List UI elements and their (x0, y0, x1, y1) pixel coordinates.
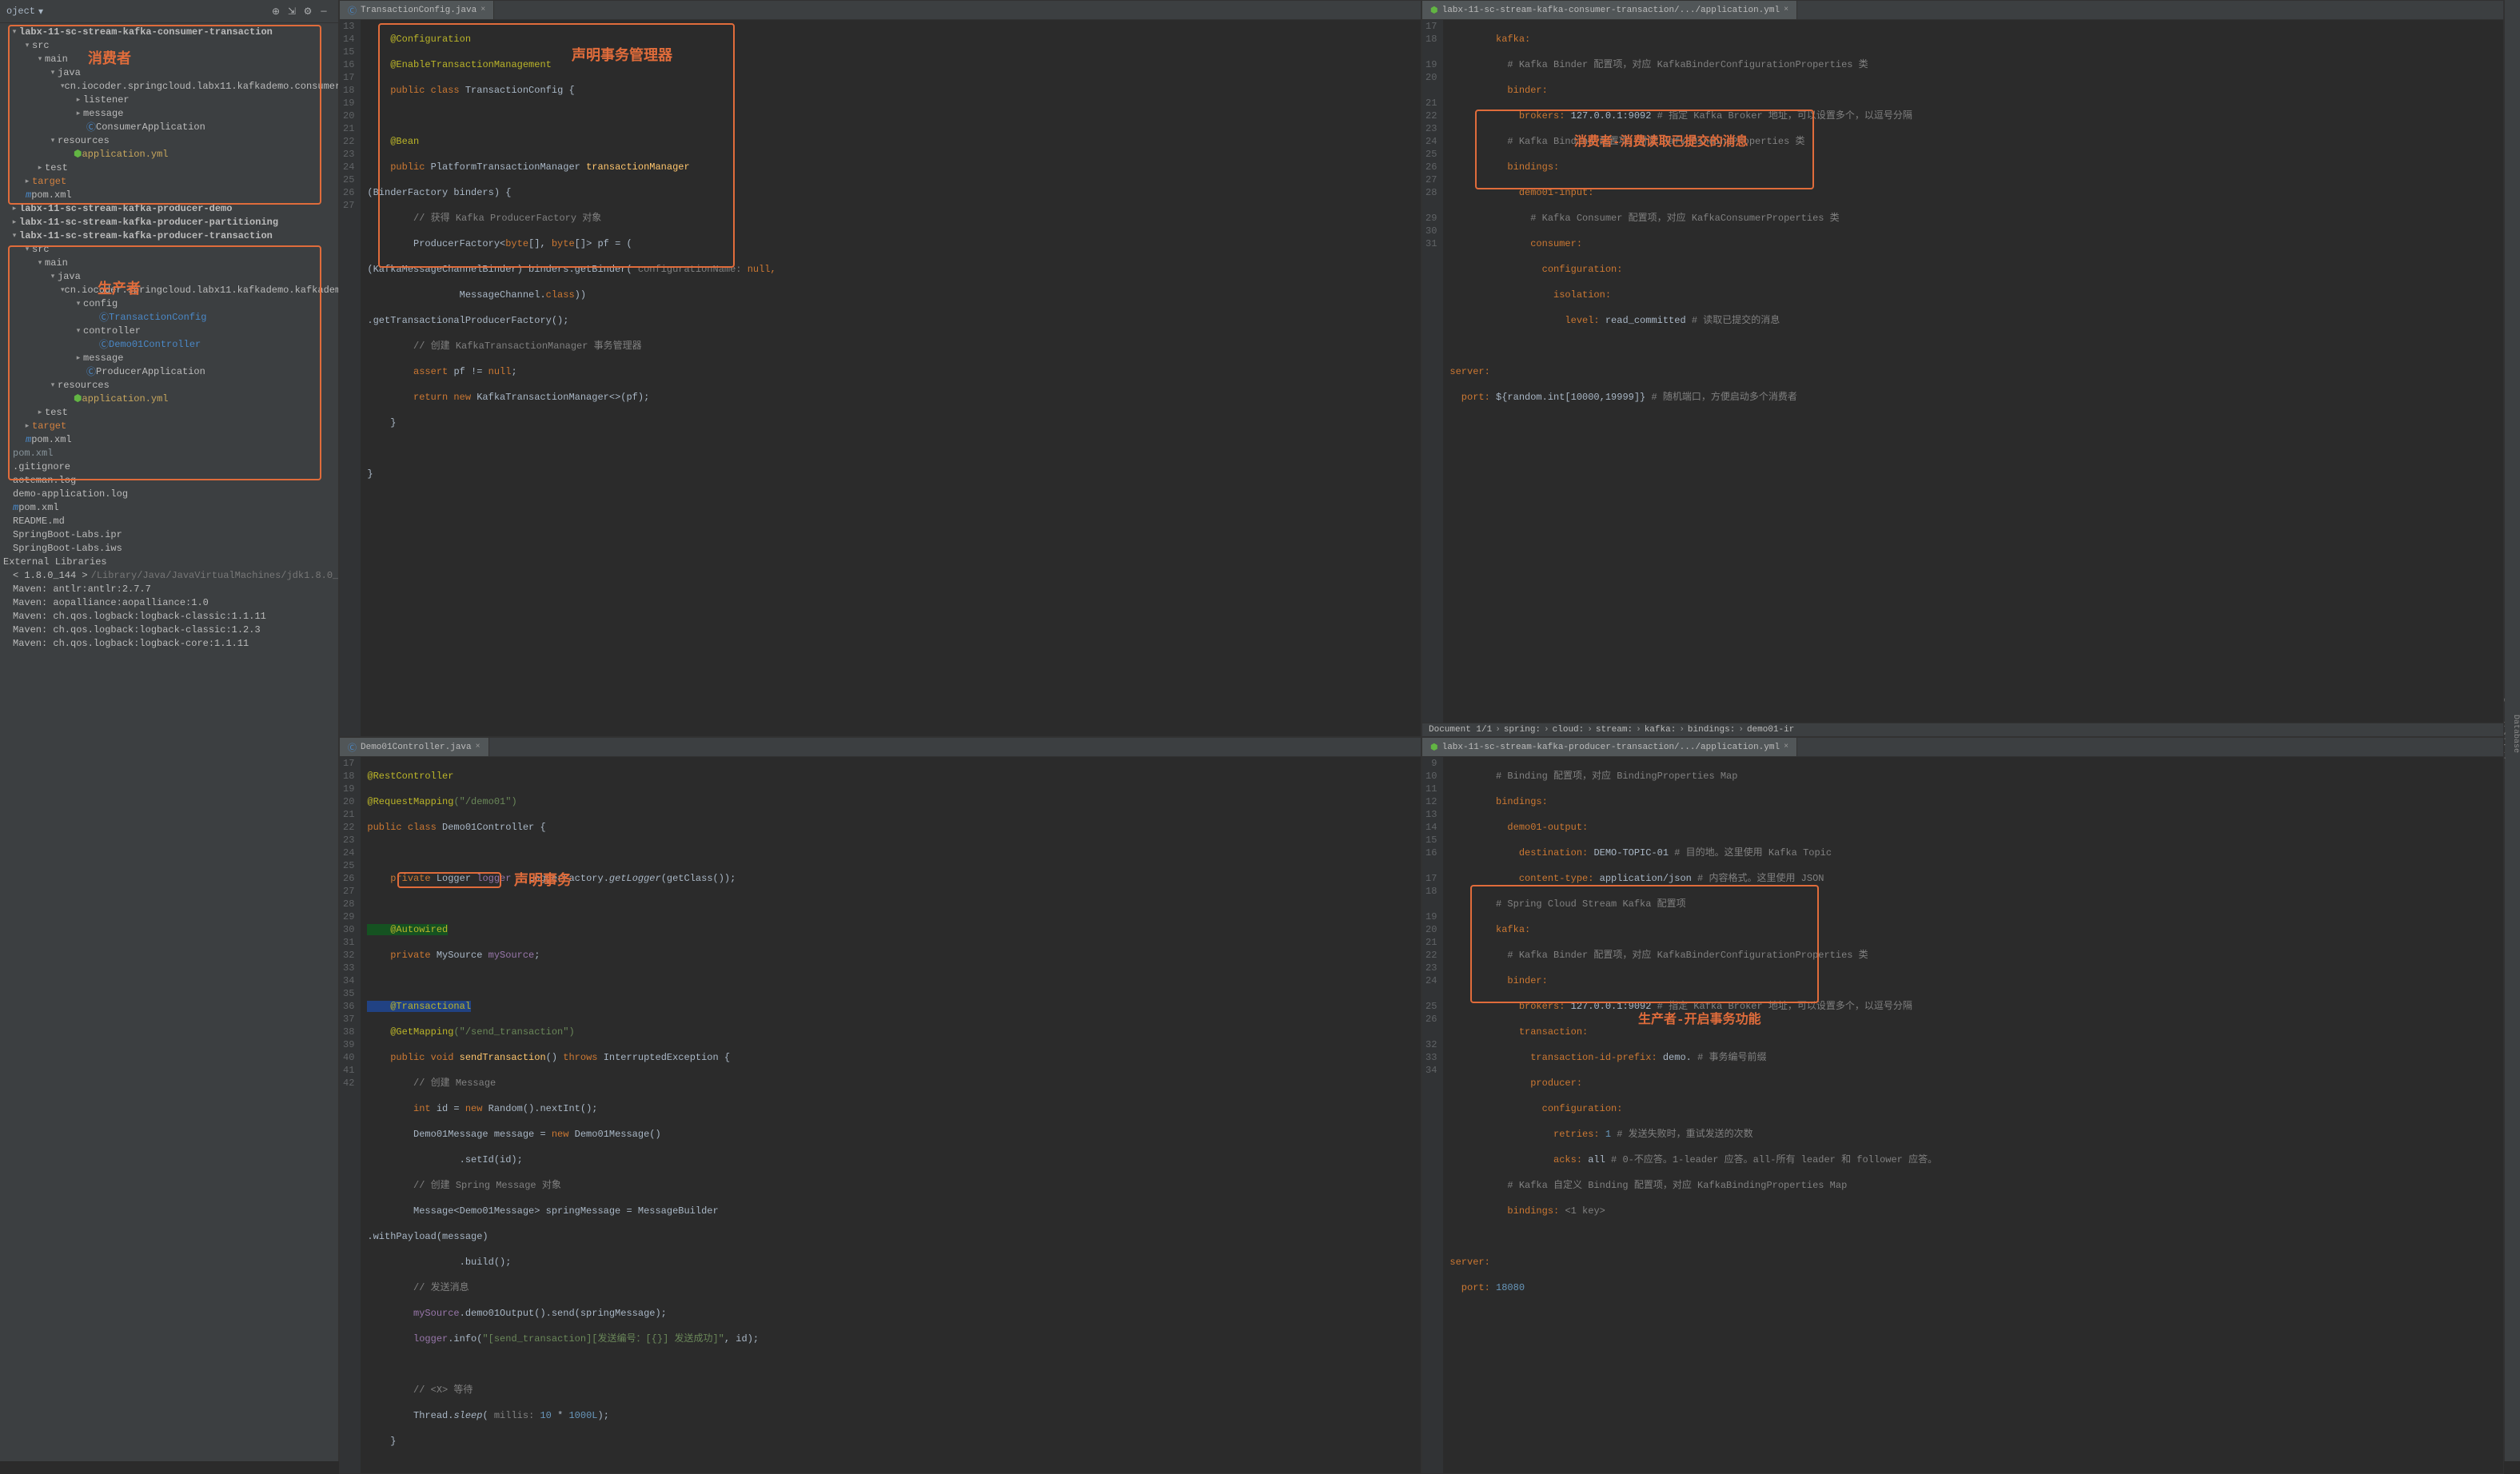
tree-item[interactable]: ▾resources (0, 133, 338, 147)
gear-icon[interactable]: ⚙ (300, 3, 316, 19)
tree-item[interactable]: ▸listener (0, 93, 338, 106)
close-icon[interactable]: × (480, 6, 485, 14)
tree-item[interactable]: m pom.xml (0, 500, 338, 514)
tree-item[interactable]: README.md (0, 514, 338, 528)
code[interactable]: kafka: # Kafka Binder 配置项，对应 KafkaBinder… (1443, 20, 1918, 723)
tree-item[interactable]: External Libraries (0, 555, 338, 568)
tree-item[interactable]: ▾src (0, 242, 338, 256)
tree-item[interactable]: ▸labx-11-sc-stream-kafka-producer-partit… (0, 215, 338, 229)
code[interactable]: @Configuration @EnableTransactionManagem… (361, 20, 782, 736)
tab-demo-controller[interactable]: Ⓒ Demo01Controller.java × (340, 738, 489, 756)
code[interactable]: @RestController @RequestMapping("/demo01… (361, 757, 765, 1473)
tree-item[interactable]: m pom.xml (0, 188, 338, 201)
tree-item[interactable]: Ⓒ Demo01Controller (0, 337, 338, 351)
tree-item[interactable]: Maven: ch.qos.logback:logback-core:1.1.1… (0, 636, 338, 650)
right-toolbar: Database Bean Validation Maven (2504, 0, 2520, 1461)
project-title: oject (6, 6, 35, 17)
tree-item[interactable]: ▸test (0, 161, 338, 174)
tree-item[interactable]: ⬢ application.yml (0, 147, 338, 161)
tree-item[interactable]: Maven: ch.qos.logback:logback-classic:1.… (0, 623, 338, 636)
close-icon[interactable]: × (476, 743, 480, 751)
tree-item[interactable]: Maven: ch.qos.logback:logback-classic:1.… (0, 609, 338, 623)
editor-producer-yml: ⬢ labx-11-sc-stream-kafka-producer-trans… (1421, 737, 2504, 1474)
database-tool[interactable]: Database (2511, 715, 2520, 753)
tree-item[interactable]: ▸test (0, 405, 338, 419)
tree-item[interactable]: Ⓒ ConsumerApplication (0, 120, 338, 133)
code[interactable]: # Binding 配置项，对应 BindingProperties Map b… (1443, 757, 1944, 1473)
tree-item[interactable]: ▸target (0, 419, 338, 432)
tree-item[interactable]: ▾labx-11-sc-stream-kafka-producer-transa… (0, 229, 338, 242)
minimize-icon[interactable]: — (316, 3, 332, 19)
tree-item[interactable]: .gitignore (0, 460, 338, 473)
tree-item[interactable]: ▾src (0, 38, 338, 52)
tree-item[interactable]: Ⓒ TransactionConfig (0, 310, 338, 324)
tree-item[interactable]: ▾resources (0, 378, 338, 392)
tree-item[interactable]: ▸message (0, 106, 338, 120)
tab-producer-yml[interactable]: ⬢ labx-11-sc-stream-kafka-producer-trans… (1422, 738, 1797, 756)
tree-item[interactable]: ▾config (0, 297, 338, 310)
tree-item[interactable]: ⬢ application.yml (0, 392, 338, 405)
tree-item[interactable]: Ⓒ ProducerApplication (0, 365, 338, 378)
project-header: oject ▾ ⊕ ⇲ ⚙ — (0, 0, 338, 23)
chevron-down-icon[interactable]: ▾ (38, 6, 43, 18)
tab-transaction-config[interactable]: Ⓒ TransactionConfig.java × (340, 1, 494, 19)
tree-item[interactable]: ▾cn.iocoder.springcloud.labx11.kafkademo… (0, 79, 338, 93)
tree-item[interactable]: ▾main (0, 52, 338, 66)
tree-item[interactable]: ▾cn.iocoder.springcloud.labx11.kafkademo… (0, 283, 338, 297)
tree-item[interactable]: Maven: aopalliance:aopalliance:1.0 (0, 596, 338, 609)
tree-item[interactable]: ▸message (0, 351, 338, 365)
tree-item[interactable]: SpringBoot-Labs.ipr (0, 528, 338, 541)
expand-icon[interactable]: ⇲ (284, 3, 300, 19)
tree-item[interactable]: ▾main (0, 256, 338, 269)
tree-item[interactable]: ▸labx-11-sc-stream-kafka-producer-demo (0, 201, 338, 215)
tree-item[interactable]: ▾labx-11-sc-stream-kafka-consumer-transa… (0, 25, 338, 38)
tree-item[interactable]: SpringBoot-Labs.iws (0, 541, 338, 555)
tree-item[interactable]: ▾java (0, 269, 338, 283)
tree-item[interactable]: Maven: antlr:antlr:2.7.7 (0, 582, 338, 596)
breadcrumb[interactable]: Document 1/1› spring:› cloud:› stream:› … (1422, 723, 2503, 736)
tab-consumer-yml[interactable]: ⬢ labx-11-sc-stream-kafka-consumer-trans… (1422, 1, 1797, 19)
tree-item[interactable]: < 1.8.0_144 >/Library/Java/JavaVirtualMa… (0, 568, 338, 582)
tree-item[interactable]: ▸target (0, 174, 338, 188)
close-icon[interactable]: × (1784, 743, 1788, 751)
tree-item[interactable]: ▾controller (0, 324, 338, 337)
editor-transaction-config: Ⓒ TransactionConfig.java × 1314151617181… (339, 0, 1421, 737)
tree-item[interactable]: aoteman.log (0, 473, 338, 487)
tree-item[interactable]: demo-application.log (0, 487, 338, 500)
tree-item[interactable]: pom.xml (0, 446, 338, 460)
editor-demo-controller: Ⓒ Demo01Controller.java × 17181920212223… (339, 737, 1421, 1474)
project-tree[interactable]: 消费者 生产者 ▾labx-11-sc-stream-kafka-consume… (0, 23, 338, 1461)
locate-icon[interactable]: ⊕ (268, 3, 284, 19)
editor-consumer-yml: ⬢ labx-11-sc-stream-kafka-consumer-trans… (1421, 0, 2504, 737)
close-icon[interactable]: × (1784, 6, 1788, 14)
tree-item[interactable]: ▾java (0, 66, 338, 79)
tree-item[interactable]: m pom.xml (0, 432, 338, 446)
